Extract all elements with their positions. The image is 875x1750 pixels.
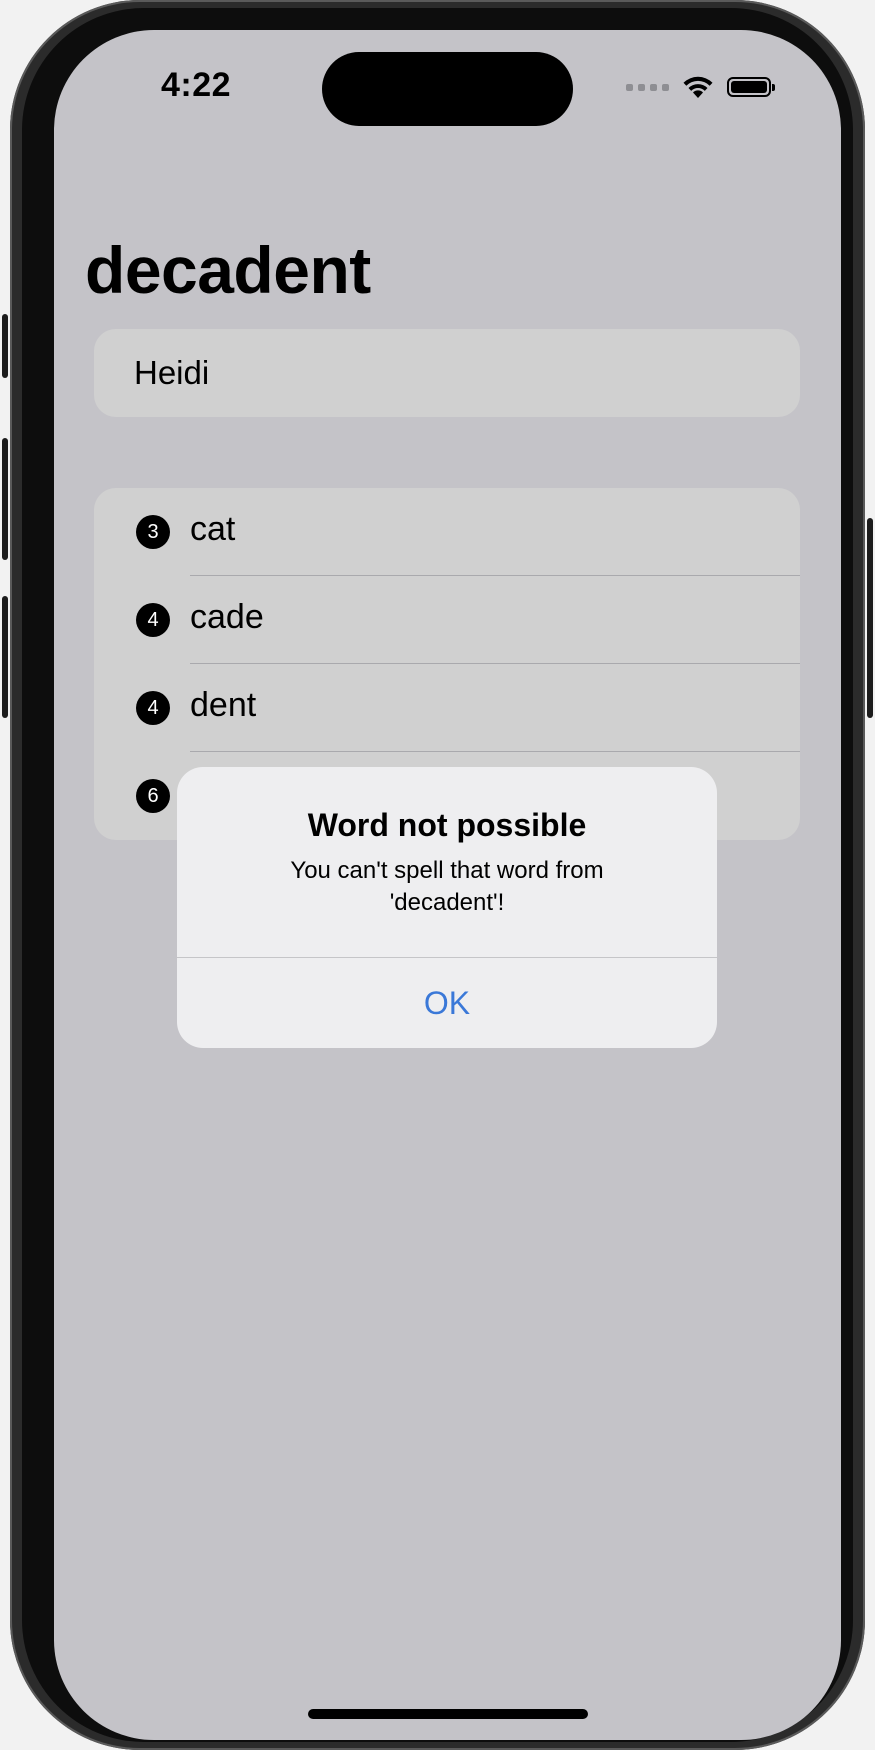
screen: 4:22 decadent Heidi 3 cat 4 cade 4 dent … bbox=[54, 30, 841, 1740]
power-button bbox=[867, 518, 873, 718]
alert-message: You can't spell that word from 'decadent… bbox=[290, 857, 604, 916]
device-frame: 4:22 decadent Heidi 3 cat 4 cade 4 dent … bbox=[2, 0, 873, 1750]
home-indicator[interactable] bbox=[308, 1709, 588, 1719]
alert-dialog: Word not possible You can't spell that w… bbox=[177, 767, 717, 1048]
volume-up-button bbox=[2, 438, 8, 560]
ok-button[interactable]: OK bbox=[177, 958, 717, 1048]
volume-down-button bbox=[2, 596, 8, 718]
action-button bbox=[2, 314, 8, 378]
alert-title: Word not possible bbox=[307, 807, 587, 843]
